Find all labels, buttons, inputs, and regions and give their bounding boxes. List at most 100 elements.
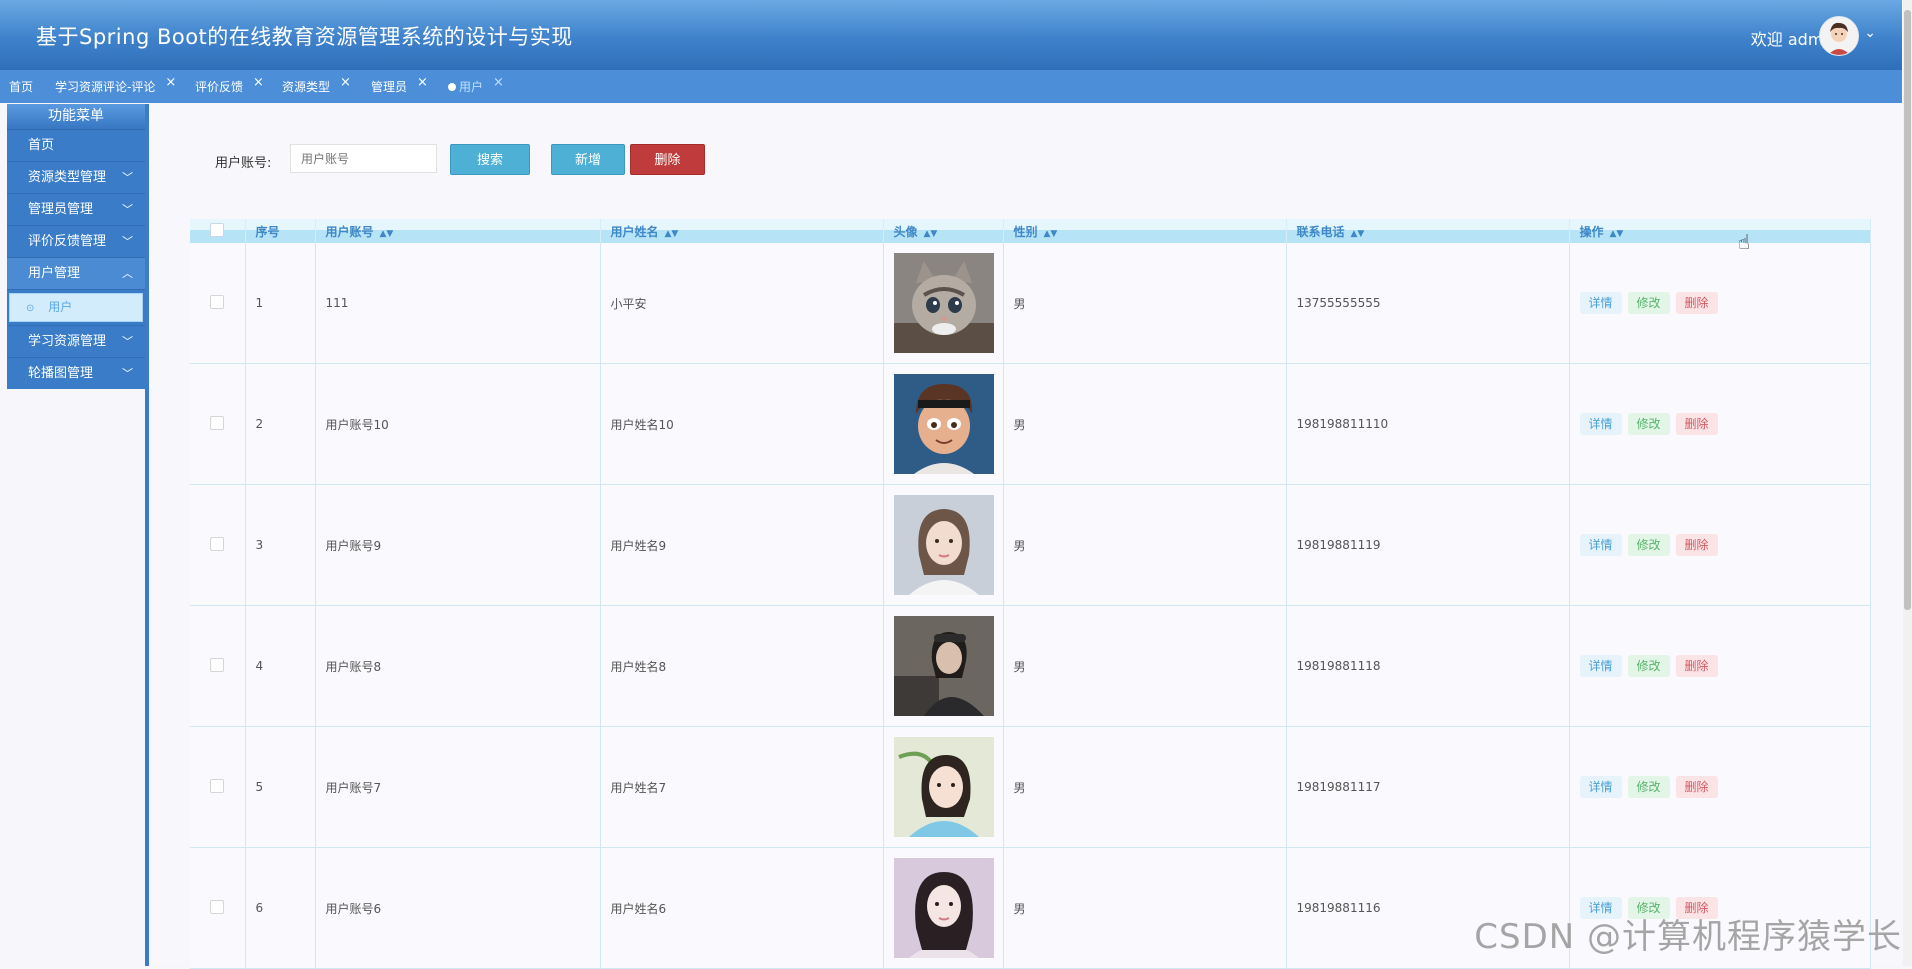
delete-button[interactable]: 删除 (1675, 413, 1718, 435)
header-index: 序号 (245, 219, 316, 243)
tab-label: 管理员 (371, 80, 408, 94)
row-checkbox[interactable] (210, 294, 225, 309)
row-checkbox-cell[interactable] (190, 243, 246, 364)
batch-delete-button[interactable]: 删除 (630, 144, 705, 175)
chevron-down-icon[interactable]: ⌄ (1864, 25, 1876, 41)
cell-avatar (883, 363, 1004, 485)
cell-name: 用户姓名9 (600, 484, 884, 606)
cell-gender: 男 (1003, 363, 1287, 485)
sidebar-item-carousel[interactable]: 轮播图管理 ﹀ (7, 358, 145, 389)
delete-button[interactable]: 删除 (1675, 534, 1718, 556)
row-checkbox-cell[interactable] (190, 726, 246, 848)
close-icon[interactable]: × (165, 75, 176, 90)
delete-button[interactable]: 删除 (1675, 776, 1718, 798)
girl-avatar-image (893, 616, 994, 716)
user-avatar[interactable] (1819, 16, 1859, 56)
sort-icon[interactable]: ▲▼ (1044, 229, 1058, 239)
delete-button[interactable]: 删除 (1675, 292, 1718, 314)
cell-index: 6 (245, 847, 316, 969)
edit-button[interactable]: 修改 (1627, 292, 1670, 314)
app-title: 基于Spring Boot的在线教育资源管理系统的设计与实现 (36, 25, 573, 49)
close-icon[interactable]: × (417, 75, 428, 90)
sidebar-item-resource-type[interactable]: 资源类型管理 ﹀ (7, 162, 145, 194)
tab-user[interactable]: 用户 × (448, 75, 504, 95)
row-checkbox[interactable] (210, 778, 225, 793)
sidebar-item-learning-resource[interactable]: 学习资源管理 ﹀ (7, 326, 145, 358)
sidebar-subitem-user[interactable]: ⊙ 用户 (9, 293, 143, 322)
sidebar-item-user-mgmt[interactable]: 用户管理 ︿ (7, 258, 145, 290)
row-checkbox[interactable] (210, 657, 225, 672)
sidebar-divider (145, 104, 149, 966)
sidebar-item-feedback[interactable]: 评价反馈管理 ﹀ (7, 226, 145, 258)
detail-button[interactable]: 详情 (1579, 776, 1622, 798)
sort-icon[interactable]: ▲▼ (380, 229, 394, 239)
cell-actions: 详情 修改 删除 (1569, 605, 1871, 727)
row-checkbox[interactable] (210, 536, 225, 551)
search-button[interactable]: 搜索 (450, 144, 530, 175)
cell-account: 用户账号9 (315, 484, 601, 606)
detail-button[interactable]: 详情 (1579, 413, 1622, 435)
select-all-cell[interactable] (190, 219, 246, 243)
header-account[interactable]: 用户账号 ▲▼ (315, 219, 601, 243)
scrollbar-thumb[interactable] (1904, 10, 1911, 610)
edit-button[interactable]: 修改 (1627, 534, 1670, 556)
girl-avatar-image (893, 858, 994, 958)
row-checkbox[interactable] (210, 415, 225, 430)
cell-avatar (883, 484, 1004, 606)
sort-icon[interactable]: ▲▼ (1351, 229, 1365, 239)
add-button[interactable]: 新增 (551, 144, 625, 175)
header-gender[interactable]: 性别 ▲▼ (1003, 219, 1287, 243)
detail-button[interactable]: 详情 (1579, 655, 1622, 677)
cell-actions: 详情 修改 删除 (1569, 243, 1871, 364)
sidebar-item-home[interactable]: 首页 (7, 130, 145, 162)
chevron-down-icon: ﹀ (122, 367, 133, 380)
header-actions[interactable]: 操作 ▲▼ (1569, 219, 1871, 243)
table-row: 3 用户账号9 用户姓名9 男 19819881119 详情修改 删除 (190, 484, 1871, 606)
cell-account: 用户账号8 (315, 605, 601, 727)
chevron-down-icon: ﹀ (122, 171, 133, 184)
tab-resource-comment[interactable]: 学习资源评论-评论 × (55, 75, 176, 95)
edit-button[interactable]: 修改 (1627, 776, 1670, 798)
tab-home[interactable]: 首页 (9, 78, 33, 95)
header-avatar[interactable]: 头像 ▲▼ (883, 219, 1004, 243)
cartoon-boy-avatar-image (893, 374, 994, 474)
close-icon[interactable]: × (493, 75, 504, 90)
edit-button[interactable]: 修改 (1627, 413, 1670, 435)
header-label: 操作 (1579, 224, 1604, 239)
cell-phone: 19819881118 (1286, 605, 1570, 727)
close-icon[interactable]: × (253, 75, 264, 90)
hand-pointer-icon: ☝ (1738, 230, 1751, 254)
row-checkbox[interactable] (210, 899, 225, 914)
sort-icon[interactable]: ▲▼ (665, 229, 679, 239)
delete-button[interactable]: 删除 (1675, 655, 1718, 677)
row-checkbox-cell[interactable] (190, 847, 246, 969)
cell-gender: 男 (1003, 605, 1287, 727)
cell-gender: 男 (1003, 847, 1287, 969)
select-all-checkbox[interactable] (210, 222, 225, 237)
table-row: 2 用户账号10 用户姓名10 男 198198811110 详情 修改 删除 (190, 363, 1871, 485)
chevron-down-icon: ﹀ (122, 235, 133, 248)
tab-admin[interactable]: 管理员 × (371, 75, 428, 95)
row-checkbox-cell[interactable] (190, 363, 246, 485)
row-checkbox-cell[interactable] (190, 605, 246, 727)
girl-avatar-image (893, 495, 994, 595)
sort-icon[interactable]: ▲▼ (924, 229, 938, 239)
tab-feedback[interactable]: 评价反馈 × (195, 75, 264, 95)
header-name[interactable]: 用户姓名 ▲▼ (600, 219, 884, 243)
sidebar-item-admin[interactable]: 管理员管理 ﹀ (7, 194, 145, 226)
detail-button[interactable]: 详情 (1579, 292, 1622, 314)
search-input[interactable] (290, 144, 437, 173)
header-phone[interactable]: 联系电话 ▲▼ (1286, 219, 1570, 243)
cell-avatar (883, 243, 1004, 364)
header-label: 用户账号 (325, 224, 374, 239)
tab-label: 用户 (459, 80, 484, 94)
close-icon[interactable]: × (340, 75, 351, 90)
row-checkbox-cell[interactable] (190, 484, 246, 606)
page-scrollbar[interactable] (1903, 0, 1912, 966)
girl-avatar-image (893, 737, 994, 837)
sort-icon[interactable]: ▲▼ (1610, 229, 1624, 239)
detail-button[interactable]: 详情 (1579, 534, 1622, 556)
edit-button[interactable]: 修改 (1627, 655, 1670, 677)
tab-resource-type[interactable]: 资源类型 × (282, 75, 351, 95)
header-label: 联系电话 (1296, 224, 1345, 239)
